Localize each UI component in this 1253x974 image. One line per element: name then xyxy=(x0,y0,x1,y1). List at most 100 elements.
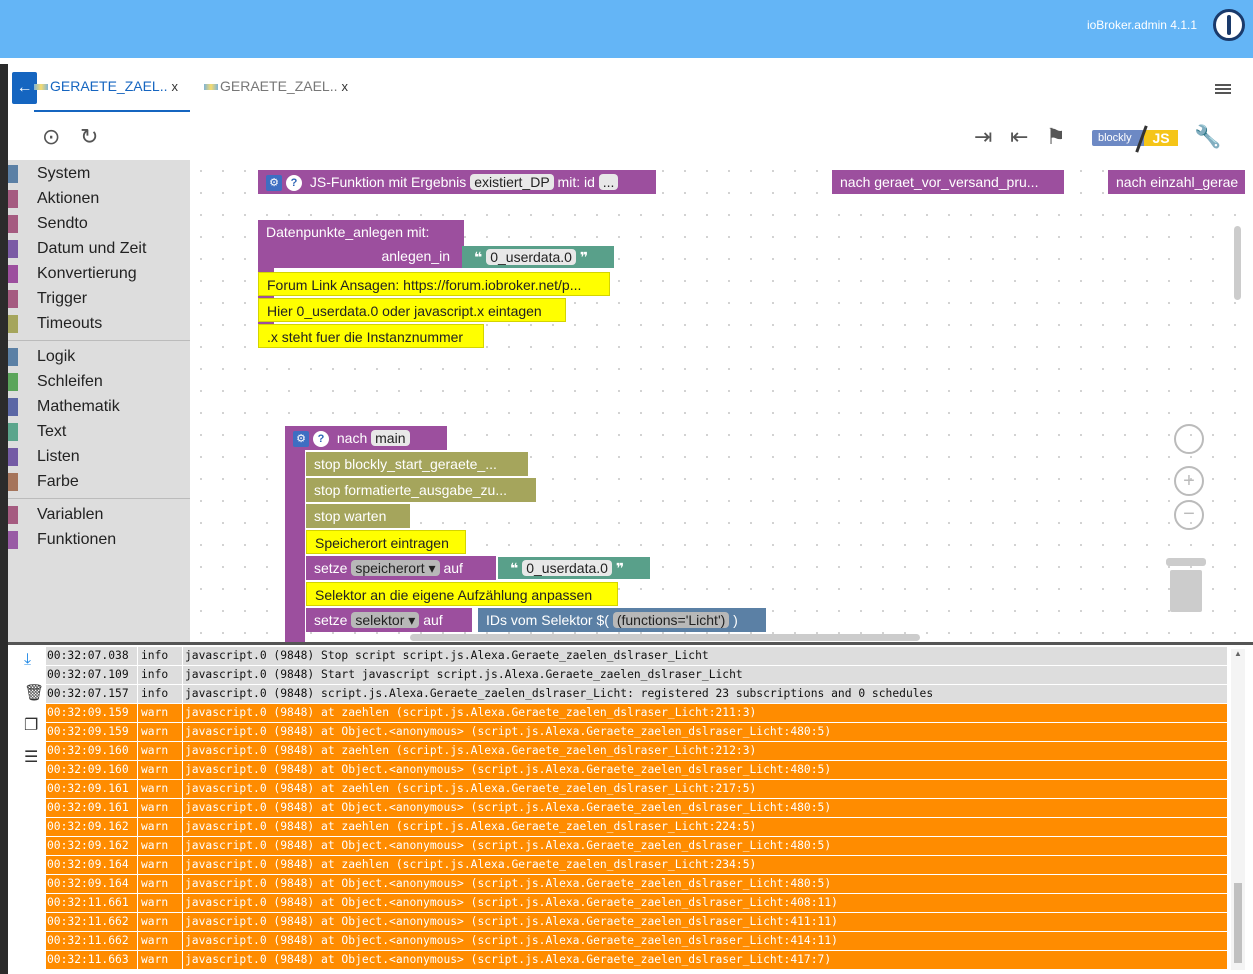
param-field[interactable]: ... xyxy=(598,174,619,190)
datenpunkte-block[interactable]: Datenpunkte_anlegen mit: xyxy=(258,220,464,244)
scroll-up-arrow-icon[interactable]: ▲ xyxy=(1234,649,1242,658)
category-item[interactable]: Variablen xyxy=(8,503,190,525)
blockly-script-icon xyxy=(34,84,48,91)
log-row: 00:32:11.663 warn javascript.0 (9848) at O… xyxy=(46,951,1227,969)
log-row: 00:32:07.157 info javascript.0 (9848) scri… xyxy=(46,685,1227,703)
trash-icon[interactable] xyxy=(1166,558,1206,614)
zoom-out-icon[interactable]: − xyxy=(1174,500,1204,530)
category-item[interactable]: Funktionen xyxy=(8,528,190,550)
selector-field[interactable]: (functions='Licht') xyxy=(612,612,730,628)
log-time: 00:32:09.161 xyxy=(46,799,137,817)
wrench-icon[interactable]: 🔧 xyxy=(1194,124,1221,150)
workspace-vertical-scrollbar[interactable] xyxy=(1234,226,1241,300)
gear-icon[interactable]: ⚙ xyxy=(293,431,309,448)
blockly-script-icon xyxy=(204,84,218,91)
category-item[interactable]: Text xyxy=(8,420,190,442)
log-row: 00:32:09.159 warn javascript.0 (9848) at O… xyxy=(46,723,1227,741)
tab-script-1[interactable]: GERAETE_ZAEL.. x xyxy=(34,78,190,112)
log-time: 00:32:11.662 xyxy=(46,913,137,931)
variable-dropdown[interactable]: selektor ▾ xyxy=(351,612,420,628)
comment-block[interactable]: .x steht fuer die Instanznummer xyxy=(258,324,484,348)
blockly-js-toggle[interactable]: blockly JS xyxy=(1092,125,1182,153)
log-row: 00:32:07.109 info javascript.0 (9848) Star… xyxy=(46,666,1227,684)
selector-block[interactable]: IDs vom Selektor $( (functions='Licht') … xyxy=(478,608,766,632)
category-item[interactable]: Logik xyxy=(8,345,190,367)
log-severity: warn xyxy=(138,742,182,760)
category-item[interactable]: Farbe xyxy=(8,470,190,492)
tab-script-2[interactable]: GERAETE_ZAEL.. x xyxy=(204,78,364,112)
log-message: javascript.0 (9848) Start javascript scr… xyxy=(183,666,1227,684)
log-severity: warn xyxy=(138,761,182,779)
string-field[interactable]: 0_userdata.0 xyxy=(486,249,576,265)
set-variable-block[interactable]: setze selektor ▾ auf xyxy=(306,608,472,632)
function-name-field[interactable]: existiert_DP xyxy=(470,174,554,190)
category-item[interactable]: Aktionen xyxy=(8,187,190,209)
log-scrollbar[interactable]: ▲ xyxy=(1231,649,1245,970)
iobroker-logo-icon[interactable] xyxy=(1213,9,1245,41)
recenter-icon[interactable] xyxy=(1174,424,1204,454)
log-severity: warn xyxy=(138,837,182,855)
view-mode-icon[interactable]: ☰ xyxy=(24,747,44,769)
log-severity: warn xyxy=(138,856,182,874)
category-item[interactable]: Datum und Zeit xyxy=(8,237,190,259)
stop-block[interactable]: stop warten xyxy=(306,504,410,528)
function-main-block[interactable]: ⚙? nach main xyxy=(285,426,447,450)
log-message: javascript.0 (9848) at Object.<anonymous… xyxy=(183,913,1227,931)
function-name-field[interactable]: main xyxy=(371,430,410,446)
log-severity: warn xyxy=(138,913,182,931)
log-severity: info xyxy=(138,685,182,703)
string-field[interactable]: 0_userdata.0 xyxy=(522,560,612,576)
checkered-flag-icon[interactable]: ⚑ xyxy=(1046,124,1066,150)
category-item[interactable]: Konvertierung xyxy=(8,262,190,284)
log-scrollbar-thumb[interactable] xyxy=(1234,883,1242,963)
copy-icon[interactable]: ❐ xyxy=(24,715,44,737)
tab-close-icon[interactable]: x xyxy=(341,79,348,94)
refresh-icon[interactable]: ↻ xyxy=(80,124,98,150)
log-time: 00:32:09.159 xyxy=(46,723,137,741)
log-toolbar: ⤓ 🗑 ❐ ☰ xyxy=(16,645,48,974)
import-icon[interactable]: ⇤ xyxy=(1010,124,1028,150)
gear-icon[interactable]: ⚙ xyxy=(266,175,282,192)
target-icon[interactable]: ⊙ xyxy=(42,124,60,150)
scroll-down-icon[interactable]: ⤓ xyxy=(24,651,44,673)
comment-block[interactable]: Forum Link Ansagen: https://forum.iobrok… xyxy=(258,272,610,296)
blockly-workspace[interactable]: ⚙? JS-Funktion mit Ergebnis existiert_DP… xyxy=(190,160,1245,642)
function-call-block[interactable]: nach geraet_vor_versand_pru... xyxy=(832,170,1064,194)
comment-block[interactable]: Speicherort eintragen xyxy=(306,530,466,554)
string-block[interactable]: ❝ 0_userdata.0 ❞ xyxy=(462,246,614,268)
help-icon[interactable]: ? xyxy=(286,175,302,192)
set-variable-block[interactable]: setze speicherort ▾ auf xyxy=(306,556,496,580)
category-item[interactable]: Timeouts xyxy=(8,312,190,334)
category-item[interactable]: Listen xyxy=(8,445,190,467)
log-row: 00:32:09.164 warn javascript.0 (9848) at O… xyxy=(46,875,1227,893)
stop-block[interactable]: stop formatierte_ausgabe_zu... xyxy=(306,478,536,502)
tab-close-icon[interactable]: x xyxy=(171,79,178,94)
function-call-block[interactable]: nach einzahl_gerae xyxy=(1108,170,1245,194)
export-icon[interactable]: ⇥ xyxy=(974,124,992,150)
comment-block[interactable]: Hier 0_userdata.0 oder javascript.x eint… xyxy=(258,298,566,322)
function-definition-block[interactable]: ⚙? JS-Funktion mit Ergebnis existiert_DP… xyxy=(258,170,656,194)
menu-icon[interactable] xyxy=(1215,84,1231,94)
category-item[interactable]: Trigger xyxy=(8,287,190,309)
stop-block[interactable]: stop blockly_start_geraete_... xyxy=(306,452,528,476)
editor-toolbar: ⊙ ↻ ⇥ ⇤ ⚑ blockly JS 🔧 xyxy=(8,114,1253,160)
app-header: ioBroker.admin 4.1.1 xyxy=(0,0,1253,58)
string-block[interactable]: ❝ 0_userdata.0 ❞ xyxy=(498,557,650,579)
log-message: javascript.0 (9848) at zaehlen (script.j… xyxy=(183,818,1227,836)
log-severity: warn xyxy=(138,723,182,741)
category-item[interactable]: System xyxy=(8,162,190,184)
category-item[interactable]: Mathematik xyxy=(8,395,190,417)
help-icon[interactable]: ? xyxy=(313,431,329,448)
log-message: javascript.0 (9848) Stop script script.j… xyxy=(183,647,1227,665)
variable-dropdown[interactable]: speicherort ▾ xyxy=(351,560,440,576)
zoom-in-icon[interactable]: + xyxy=(1174,466,1204,496)
log-time: 00:32:11.662 xyxy=(46,932,137,950)
comment-block[interactable]: Selektor an die eigene Aufzählung anpass… xyxy=(306,582,618,606)
workspace-horizontal-scrollbar[interactable] xyxy=(410,634,920,641)
log-time: 00:32:07.038 xyxy=(46,647,137,665)
category-item[interactable]: Sendto xyxy=(8,212,190,234)
category-item[interactable]: Schleifen xyxy=(8,370,190,392)
clear-log-icon[interactable]: 🗑 xyxy=(24,683,44,705)
log-time: 00:32:11.663 xyxy=(46,951,137,969)
log-row: 00:32:09.161 warn javascript.0 (9848) at z… xyxy=(46,780,1227,798)
